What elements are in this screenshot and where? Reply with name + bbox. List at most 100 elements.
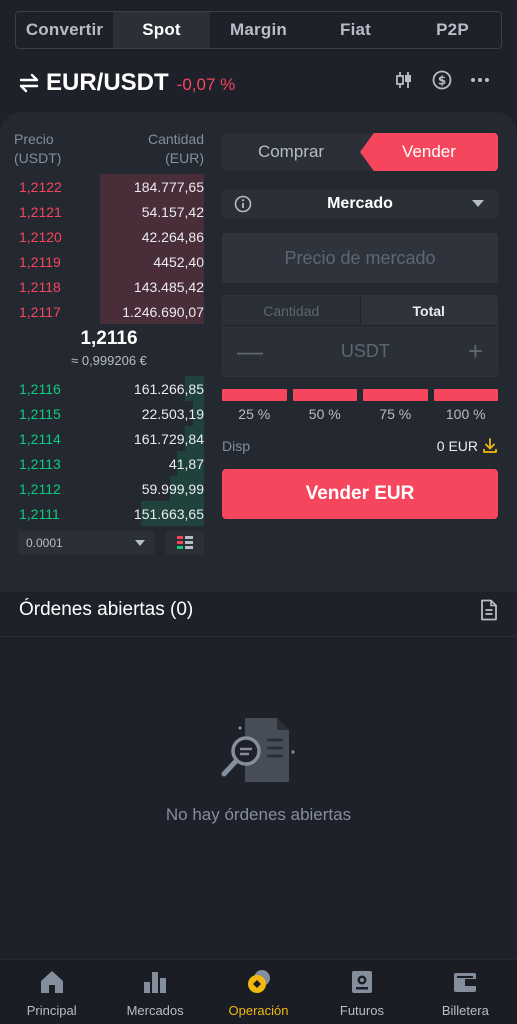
nav-billetera[interactable]: Billetera [414,960,517,1024]
trade-form: Comprar Vender Mercado Precio de mercado… [222,133,498,519]
price-step-select[interactable]: 0.0001 [18,531,154,555]
tab-quantity[interactable]: Cantidad [223,296,360,325]
bid-row[interactable]: 1,2113 41,87 [14,451,204,476]
ask-row[interactable]: 1,2120 42.264,86 [14,224,204,249]
percent-label[interactable]: 50 % [293,406,358,422]
order-book-footer: 0.0001 [18,531,204,555]
price-step-value: 0.0001 [26,536,63,550]
nav-mercados[interactable]: Mercados [103,960,206,1024]
total-unit: USDT [340,340,390,361]
bid-row[interactable]: 1,2112 59.999,99 [14,476,204,501]
bid-price: 1,2111 [19,505,60,522]
increment-button[interactable]: + [468,338,483,364]
ask-price: 1,2120 [19,228,62,245]
order-type-select[interactable]: Mercado [222,189,498,219]
nav-futuros[interactable]: Futuros [310,960,413,1024]
tab-total[interactable]: Total [359,296,497,325]
ask-quantity: 4452,40 [153,253,204,270]
available-label: Disp [222,438,251,454]
percent-segment-75[interactable] [363,389,428,401]
nav-label: Principal [26,1003,77,1018]
tab-p2p[interactable]: P2P [404,12,501,48]
percent-label[interactable]: 25 % [222,406,287,422]
bid-price: 1,2114 [19,430,61,447]
ask-row[interactable]: 1,2117 1.246.690,07 [14,299,204,324]
book-layout-icon [177,536,193,549]
bid-quantity: 41,87 [168,455,204,472]
header-icons: $ [394,70,490,90]
ask-price: 1,2118 [19,278,61,295]
no-orders-illustration-icon [221,718,295,782]
tab-fiat[interactable]: Fiat [307,12,404,48]
bid-row[interactable]: 1,2116 161.266,85 [14,376,204,401]
buy-sell-tabs: Comprar Vender [222,133,498,171]
open-orders-header: Órdenes abiertas (0) [19,596,499,624]
nav-label: Futuros [339,1003,384,1018]
sell-submit-button[interactable]: Vender EUR [222,469,498,519]
bid-row[interactable]: 1,2114 161.729,84 [14,426,204,451]
percent-slider[interactable] [222,389,498,401]
ask-row[interactable]: 1,2121 54.157,42 [14,199,204,224]
bid-price: 1,2116 [19,380,61,397]
pair-name[interactable]: EUR/USDT [46,69,169,97]
nav-label: Billetera [441,1003,489,1018]
decrement-button[interactable]: — [237,338,263,364]
sell-tab[interactable]: Vender [360,133,498,171]
pair-change: -0,07 % [176,74,236,94]
nav-principal[interactable]: Principal [0,960,103,1024]
wallet-icon [454,973,477,992]
candlestick-chart-icon[interactable] [394,70,414,90]
open-orders-title[interactable]: Órdenes abiertas (0) [19,599,193,621]
price-header: Precio [14,131,54,147]
ask-row[interactable]: 1,2122 184.777,65 [14,174,204,199]
percent-label[interactable]: 100 % [434,406,499,422]
ask-price: 1,2119 [19,253,61,270]
deposit-icon[interactable] [482,438,498,454]
nav-operacion[interactable]: Operación [207,960,310,1024]
tab-convertir[interactable]: Convertir [16,12,113,48]
markets-icon [144,972,167,993]
dollar-circle-icon[interactable]: $ [432,70,452,90]
ask-quantity: 42.264,86 [141,228,204,245]
ask-price: 1,2121 [19,203,62,220]
bid-price: 1,2115 [19,405,61,422]
order-book-header: Precio (USDT) Cantidad (EUR) [14,130,204,168]
top-tabs: Convertir Spot Margin Fiat P2P [15,11,502,49]
percent-label[interactable]: 75 % [363,406,428,422]
bid-quantity: 59.999,99 [141,480,204,497]
more-icon[interactable] [470,70,490,90]
bid-price: 1,2113 [19,455,61,472]
mid-price[interactable]: 1,2116 [14,328,204,350]
bid-row[interactable]: 1,2111 151.663,65 [14,501,204,526]
total-input[interactable]: — USDT + [223,326,497,376]
ask-quantity: 184.777,65 [133,178,204,195]
divider [0,636,517,637]
bid-row[interactable]: 1,2115 22.503,19 [14,401,204,426]
ask-row[interactable]: 1,2118 143.485,42 [14,274,204,299]
ask-quantity: 1.246.690,07 [122,303,204,320]
book-view-toggle[interactable] [166,531,204,555]
futures-icon [351,971,372,993]
bid-rows: 1,2116 161.266,85 1,2115 22.503,19 1,2114 161… [14,376,204,526]
info-icon[interactable] [234,195,252,213]
tab-margin[interactable]: Margin [210,12,307,48]
percent-segment-50[interactable] [292,389,357,401]
qty-header: Cantidad [147,131,204,147]
percent-segment-100[interactable] [433,389,498,401]
percent-segment-25[interactable] [222,389,287,401]
mid-fiat-price: ≈ 0,999206 € [71,353,147,368]
bid-quantity: 151.663,65 [133,505,204,522]
buy-tab[interactable]: Comprar [222,133,360,171]
ask-quantity: 54.157,42 [141,203,204,220]
tab-spot[interactable]: Spot [113,12,210,48]
ask-row[interactable]: 1,2119 4452,40 [14,249,204,274]
available-balance: Disp 0 EUR [222,438,498,454]
order-history-icon[interactable] [479,599,499,621]
open-orders-area [0,637,517,959]
swap-icon[interactable] [18,72,40,94]
trade-icon [247,970,270,993]
order-book: Precio (USDT) Cantidad (EUR) 1,2122 184.7… [14,130,204,526]
amount-mode-tabs: Cantidad Total [223,296,497,326]
caret-down-icon [135,540,145,546]
bid-price: 1,2112 [19,480,61,497]
